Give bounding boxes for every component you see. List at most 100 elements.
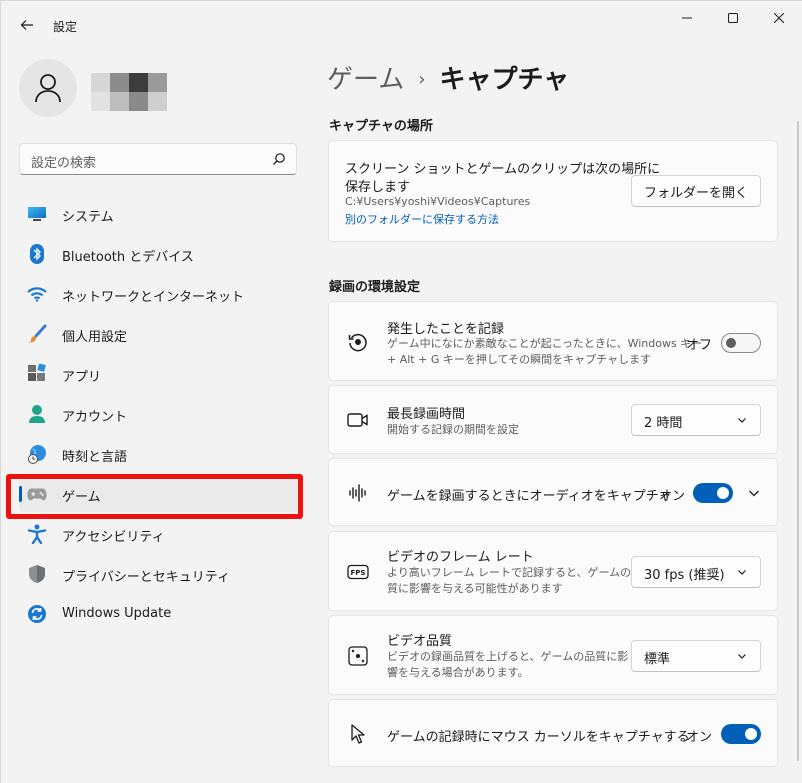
account-icon: [27, 404, 47, 424]
video-quality-icon: [347, 645, 369, 667]
record-what-happened-desc-line1: ゲーム中になにか素敵なことが起こったときに、Windows キー: [387, 337, 703, 350]
sidebar-item-label: Bluetooth とデバイス: [62, 250, 194, 265]
dropdown-value: 2 時間: [644, 416, 683, 431]
capture-cursor-state: オン: [686, 730, 713, 745]
sidebar-item-accessibility[interactable]: アクセシビリティ: [19, 516, 301, 552]
section-title-recording: 録画の環境設定: [329, 280, 421, 295]
bluetooth-icon: [27, 244, 47, 264]
video-quality-dropdown[interactable]: 標準: [631, 640, 761, 672]
sidebar-item-label: ネットワークとインターネット: [62, 290, 245, 305]
mouse-cursor-icon: [347, 723, 369, 745]
capture-audio-title: ゲームを録画するときにオーディオをキャプチャ: [387, 489, 672, 504]
sidebar-item-windows-update[interactable]: Windows Update: [19, 596, 301, 632]
max-recording-length-dropdown[interactable]: 2 時間: [631, 404, 761, 436]
wifi-icon: [27, 284, 47, 304]
windows-update-icon: [27, 604, 47, 624]
toggle-knob: [726, 338, 736, 348]
open-folder-label: フォルダーを開く: [643, 185, 748, 201]
sidebar-item-bluetooth[interactable]: Bluetooth とデバイス: [19, 236, 301, 272]
sidebar-item-label: 個人用設定: [62, 330, 128, 345]
capture-location-card: スクリーン ショットとゲームのクリップは次の場所に 保存します C:¥Users…: [328, 140, 778, 242]
back-arrow-icon: [20, 20, 33, 30]
sidebar-item-time-language[interactable]: 時刻と言語: [19, 436, 301, 472]
dropdown-value: 標準: [644, 652, 671, 667]
audio-waveform-icon: [347, 482, 369, 504]
breadcrumb-separator: ›: [418, 69, 426, 90]
close-icon: [774, 13, 784, 23]
video-quality-title: ビデオ品質: [387, 634, 453, 649]
video-camera-icon: [347, 409, 369, 431]
sidebar-item-label: アクセシビリティ: [62, 530, 165, 545]
max-recording-length-title: 最長録画時間: [387, 407, 466, 422]
page-title: キャプチャ: [439, 65, 570, 95]
search-input[interactable]: 設定の検索: [31, 152, 96, 171]
max-recording-length-desc: 開始する記録の期間を設定: [387, 423, 519, 436]
capture-audio-card[interactable]: ゲームを録画するときにオーディオをキャプチャ オン: [328, 458, 778, 526]
frame-rate-card: FPS ビデオのフレーム レート より高いフレーム レートで記録すると、ゲームの…: [328, 531, 778, 611]
frame-rate-title: ビデオのフレーム レート: [387, 550, 534, 565]
close-button[interactable]: [756, 7, 802, 29]
minimize-button[interactable]: [664, 7, 710, 29]
accessibility-icon: [27, 524, 47, 544]
record-what-happened-toggle[interactable]: [721, 333, 761, 353]
maximize-icon: [728, 13, 738, 23]
capture-location-title-line2: 保存します: [345, 180, 411, 195]
record-what-happened-title: 発生したことを記録: [387, 322, 505, 337]
scrollbar[interactable]: [797, 121, 799, 761]
breadcrumb: ゲーム › キャプチャ: [327, 59, 569, 96]
sidebar-item-label: アプリ: [62, 370, 102, 385]
video-quality-desc-line1: ビデオの録画品質を上げると、ゲームの品質に影: [387, 650, 629, 663]
frame-rate-dropdown[interactable]: 30 fps (推奨): [631, 556, 761, 588]
record-what-happened-state: オフ: [686, 338, 713, 353]
video-quality-card: ビデオ品質 ビデオの録画品質を上げると、ゲームの品質に影 響を与える場合がありま…: [328, 615, 778, 695]
user-name-pixelated: [91, 73, 167, 111]
save-location-help-link[interactable]: 別のフォルダーに保存する方法: [345, 211, 499, 227]
sidebar-item-network[interactable]: ネットワークとインターネット: [19, 276, 301, 312]
capture-audio-toggle[interactable]: [693, 483, 733, 503]
fps-icon: FPS: [347, 561, 369, 583]
search-icon: [273, 153, 285, 165]
capture-cursor-title: ゲームの記録時にマウス カーソルをキャプチャする: [387, 730, 690, 745]
svg-text:FPS: FPS: [351, 569, 366, 577]
sidebar-item-label: システム: [62, 210, 114, 225]
capture-location-title-line1: スクリーン ショットとゲームのクリップは次の場所に: [345, 162, 661, 177]
record-history-icon: [347, 331, 369, 353]
open-folder-button[interactable]: フォルダーを開く: [631, 175, 761, 207]
toggle-knob: [745, 728, 757, 740]
capture-cursor-toggle[interactable]: [721, 724, 761, 744]
system-icon: [27, 204, 47, 224]
toggle-knob: [717, 487, 729, 499]
record-what-happened-desc-line2: + Alt + G キーを押してその瞬間をキャプチャします: [387, 353, 652, 366]
settings-window: 設定 設定の検索 システム Bluetooth とデバイス ネットワークとインタ…: [0, 0, 802, 783]
shield-icon: [27, 564, 47, 584]
capture-audio-state: オン: [659, 489, 686, 504]
sidebar-item-system[interactable]: システム: [19, 196, 301, 232]
breadcrumb-parent[interactable]: ゲーム: [327, 65, 404, 95]
maximize-button[interactable]: [710, 7, 756, 29]
capture-path: C:¥Users¥yoshi¥Videos¥Captures: [345, 195, 531, 208]
sidebar-item-accounts[interactable]: アカウント: [19, 396, 301, 432]
apps-icon: [27, 364, 47, 384]
annotation-highlight-box: [6, 474, 303, 519]
chevron-down-icon: [738, 418, 746, 423]
app-title: 設定: [53, 20, 78, 34]
max-recording-length-card: 最長録画時間 開始する記録の期間を設定 2 時間: [328, 385, 778, 454]
sidebar-item-privacy[interactable]: プライバシーとセキュリティ: [19, 556, 301, 592]
section-title-capture-location: キャプチャの場所: [329, 119, 433, 134]
avatar: [19, 59, 77, 117]
back-button[interactable]: [15, 13, 39, 37]
settings-search[interactable]: 設定の検索: [19, 143, 297, 175]
dropdown-value: 30 fps (推奨): [644, 568, 725, 583]
sidebar-item-label: アカウント: [62, 410, 128, 425]
chevron-down-icon[interactable]: [747, 486, 761, 500]
sidebar-item-apps[interactable]: アプリ: [19, 356, 301, 392]
chevron-down-icon: [738, 570, 746, 575]
sidebar-item-personalization[interactable]: 個人用設定: [19, 316, 301, 352]
sidebar-item-label: 時刻と言語: [62, 450, 128, 465]
video-quality-desc-line2: 響を与える場合があります。: [387, 666, 529, 679]
person-icon: [35, 74, 61, 103]
title-bar: 設定: [1, 1, 802, 49]
frame-rate-desc-line2: 質に影響を与える可能性があります: [387, 582, 563, 595]
chevron-down-icon: [738, 654, 746, 659]
frame-rate-desc-line1: より高いフレーム レートで記録すると、ゲームの品: [387, 566, 643, 579]
